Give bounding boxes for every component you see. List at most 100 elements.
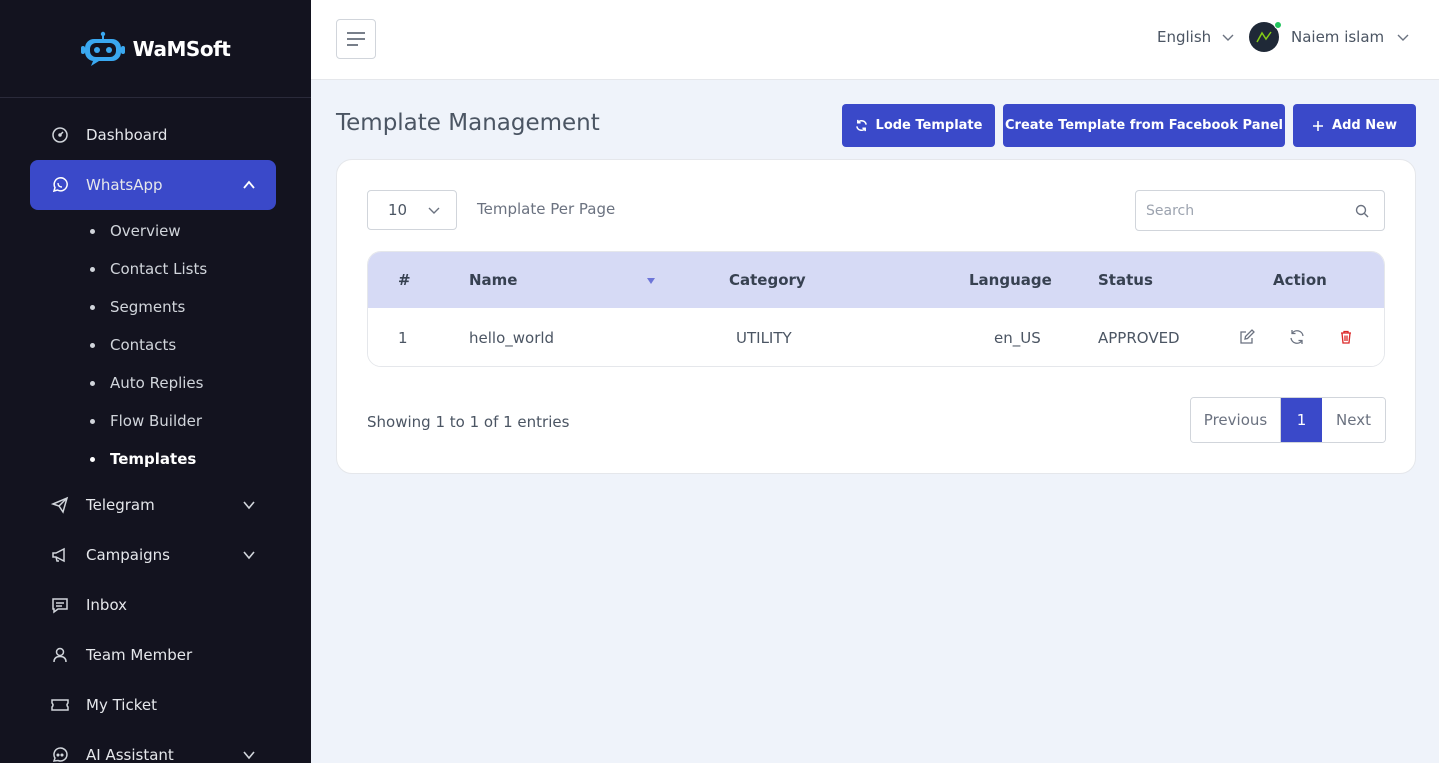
sidebar-subitem-templates[interactable]: Templates xyxy=(90,440,311,478)
sidebar-subitem-contact-lists[interactable]: Contact Lists xyxy=(90,250,311,288)
bullet-dot xyxy=(90,304,95,310)
next-page-button[interactable]: Next xyxy=(1322,398,1385,442)
sidebar-item-ai-assistant[interactable]: AI Assistant xyxy=(0,730,311,763)
sidebar-subitem-auto-replies[interactable]: Auto Replies xyxy=(90,364,311,402)
cell-status: APPROVED xyxy=(1098,329,1180,347)
chevron-down-icon xyxy=(1397,34,1409,41)
templates-card: 10 Template Per Page # Name Category Lan… xyxy=(336,159,1416,474)
table-row: 1 hello_world UTILITY en_US APPROVED xyxy=(368,308,1384,366)
language-selector[interactable]: English xyxy=(1157,28,1235,46)
sidebar-item-whatsapp[interactable]: WhatsApp xyxy=(30,160,276,210)
bullet-dot xyxy=(90,418,95,424)
cell-name: hello_world xyxy=(469,329,555,347)
create-from-facebook-label: Create Template from Facebook Panel xyxy=(1005,118,1283,133)
avatar-logo-icon xyxy=(1256,31,1272,43)
bullet-dot xyxy=(90,266,95,272)
sort-desc-icon[interactable] xyxy=(647,278,655,284)
sidebar-item-label: Team Member xyxy=(86,646,193,664)
sidebar-subitem-flow-builder[interactable]: Flow Builder xyxy=(90,402,311,440)
subitem-label: Segments xyxy=(110,298,186,316)
online-status-dot xyxy=(1274,21,1282,29)
ticket-icon xyxy=(50,695,70,715)
chevron-down-icon xyxy=(428,207,440,214)
create-from-facebook-button[interactable]: Create Template from Facebook Panel xyxy=(1003,104,1285,147)
sidebar-item-label: My Ticket xyxy=(86,696,157,714)
subitem-label: Templates xyxy=(110,450,197,468)
search-icon[interactable] xyxy=(1354,203,1370,219)
per-page-value: 10 xyxy=(388,201,408,219)
sync-icon[interactable] xyxy=(1287,327,1307,347)
user-menu[interactable]: Naiem islam xyxy=(1249,21,1410,52)
cell-language: en_US xyxy=(994,329,1041,347)
whatsapp-subnav: Overview Contact Lists Segments Contacts… xyxy=(0,210,311,480)
per-page-select[interactable]: 10 xyxy=(367,190,457,230)
bullet-dot xyxy=(90,342,95,348)
add-new-label: Add New xyxy=(1332,118,1397,133)
hamburger-icon xyxy=(347,32,365,46)
sidebar-item-label: Campaigns xyxy=(86,546,171,564)
bullet-dot xyxy=(90,228,95,234)
subitem-label: Overview xyxy=(110,222,181,240)
sidebar-item-label: Telegram xyxy=(86,496,155,514)
subitem-label: Contact Lists xyxy=(110,260,208,278)
chevron-down-icon xyxy=(242,548,256,562)
whatsapp-icon xyxy=(50,175,70,195)
header-num: # xyxy=(398,271,411,289)
menu-toggle-button[interactable] xyxy=(336,19,376,59)
refresh-icon xyxy=(855,119,867,132)
robot-chat-icon xyxy=(50,745,70,763)
header-name[interactable]: Name xyxy=(469,252,517,308)
previous-page-button[interactable]: Previous xyxy=(1191,398,1281,442)
user-name: Naiem islam xyxy=(1291,28,1385,46)
per-page-label: Template Per Page xyxy=(477,200,616,218)
chevron-down-icon xyxy=(1222,34,1234,41)
pagination: Previous 1 Next xyxy=(1190,397,1386,443)
subitem-label: Auto Replies xyxy=(110,374,204,392)
robot-logo-icon xyxy=(80,31,125,67)
plus-icon xyxy=(1313,120,1324,131)
bullet-dot xyxy=(90,380,95,386)
lode-template-label: Lode Template xyxy=(875,118,983,133)
message-icon xyxy=(50,595,70,615)
megaphone-icon xyxy=(50,545,70,565)
language-label: English xyxy=(1157,28,1212,46)
sidebar-nav: Dashboard WhatsApp Overview Contact List… xyxy=(0,98,311,763)
sidebar-item-campaigns[interactable]: Campaigns xyxy=(0,530,311,580)
header-language: Language xyxy=(969,271,1052,289)
bullet-dot xyxy=(90,456,95,462)
edit-icon[interactable] xyxy=(1237,327,1257,347)
subitem-label: Flow Builder xyxy=(110,412,203,430)
sidebar-item-label: AI Assistant xyxy=(86,746,174,763)
header-category: Category xyxy=(729,271,806,289)
cell-category: UTILITY xyxy=(736,329,792,347)
table-header: # Name Category Language Status Action xyxy=(368,252,1384,308)
entries-info: Showing 1 to 1 of 1 entries xyxy=(367,413,570,431)
telegram-icon xyxy=(50,495,70,515)
avatar xyxy=(1249,21,1282,52)
page-title: Template Management xyxy=(336,110,600,136)
sidebar-item-team-member[interactable]: Team Member xyxy=(0,630,311,680)
delete-icon[interactable] xyxy=(1336,327,1356,347)
subitem-label: Contacts xyxy=(110,336,177,354)
chevron-down-icon xyxy=(242,498,256,512)
lode-template-button[interactable]: Lode Template xyxy=(842,104,995,147)
chevron-down-icon xyxy=(242,748,256,762)
sidebar-item-dashboard[interactable]: Dashboard xyxy=(0,110,311,160)
sidebar-item-telegram[interactable]: Telegram xyxy=(0,480,311,530)
search-box xyxy=(1135,190,1385,231)
search-input[interactable] xyxy=(1146,202,1346,219)
sidebar: WaMSoft Dashboard WhatsApp Overview Cont… xyxy=(0,0,311,763)
sidebar-item-my-ticket[interactable]: My Ticket xyxy=(0,680,311,730)
header-action: Action xyxy=(1273,271,1327,289)
sidebar-item-label: WhatsApp xyxy=(86,176,163,194)
add-new-button[interactable]: Add New xyxy=(1293,104,1416,147)
brand[interactable]: WaMSoft xyxy=(0,0,311,98)
sidebar-item-label: Dashboard xyxy=(86,126,168,144)
page-1-button[interactable]: 1 xyxy=(1281,398,1322,442)
brand-name: WaMSoft xyxy=(132,36,231,61)
sidebar-subitem-contacts[interactable]: Contacts xyxy=(90,326,311,364)
header-status: Status xyxy=(1098,271,1153,289)
sidebar-item-inbox[interactable]: Inbox xyxy=(0,580,311,630)
sidebar-subitem-overview[interactable]: Overview xyxy=(90,212,311,250)
sidebar-subitem-segments[interactable]: Segments xyxy=(90,288,311,326)
